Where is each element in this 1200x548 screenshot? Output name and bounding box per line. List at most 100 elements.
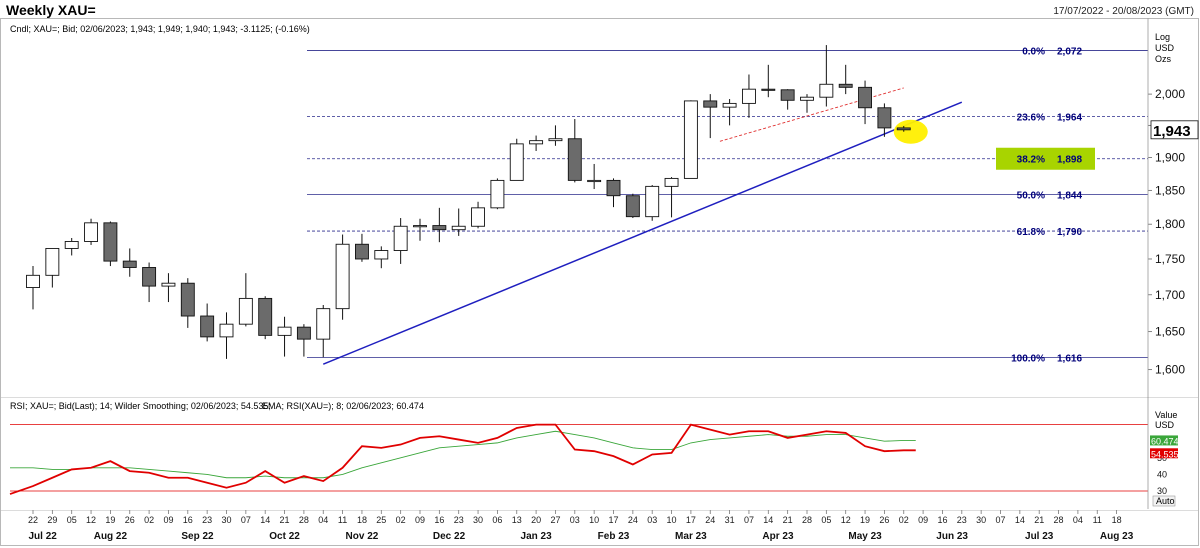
candle-body-17 <box>355 243 369 260</box>
candle-body-0 <box>26 274 40 288</box>
x-month-label-10: May 23 <box>848 531 882 542</box>
x-tick-label-32: 03 <box>647 515 657 525</box>
x-tick-label-1: 29 <box>47 515 57 525</box>
price-info-line: Cndl; XAU=; Bid; 02/06/2023; 1,943; 1,94… <box>10 24 310 34</box>
x-tick-label-53: 28 <box>1054 515 1064 525</box>
candle-body-18 <box>374 250 389 260</box>
x-tick-label-8: 16 <box>183 515 193 525</box>
candle-body-30 <box>606 179 621 197</box>
candle-body-5 <box>122 260 137 268</box>
x-tick-label-15: 04 <box>318 515 328 525</box>
chart-title: Weekly XAU= <box>6 2 96 18</box>
ema-info-line: EMA; RSI(XAU=); 8; 02/06/2023; 60.474 <box>262 401 424 411</box>
x-tick-label-51: 14 <box>1015 515 1025 525</box>
auto-label: Auto <box>1156 496 1175 506</box>
x-tick-label-7: 09 <box>163 515 173 525</box>
price-panel[interactable]: Cndl; XAU=; Bid; 02/06/2023; 1,943; 1,94… <box>0 18 1200 398</box>
candle-body-9 <box>200 315 215 338</box>
x-tick-label-5: 26 <box>125 515 135 525</box>
x-tick-label-25: 13 <box>512 515 522 525</box>
rsi-tick-label-1: 40 <box>1157 469 1167 479</box>
x-tick-label-48: 23 <box>957 515 967 525</box>
x-tick-label-18: 25 <box>376 515 386 525</box>
x-tick-label-39: 21 <box>783 515 793 525</box>
x-month-label-1: Aug 22 <box>94 531 128 542</box>
x-tick-label-35: 24 <box>705 515 715 525</box>
x-month-label-0: Jul 22 <box>28 531 57 542</box>
x-month-label-4: Nov 22 <box>346 531 379 542</box>
axis-header-ozs: Ozs <box>1155 54 1172 64</box>
fib-pct-label-0: 0.0% <box>1022 46 1045 57</box>
candle-body-12 <box>258 297 273 336</box>
fib-pct-label-3: 50.0% <box>1017 190 1045 201</box>
x-month-label-5: Dec 22 <box>433 531 466 542</box>
rsi-tick-label-0: 30 <box>1157 486 1167 496</box>
x-month-label-9: Apr 23 <box>762 531 794 542</box>
candle-body-42 <box>838 83 853 88</box>
highlight-circle <box>893 119 928 144</box>
candle-body-40 <box>800 96 814 101</box>
x-tick-label-36: 31 <box>725 515 735 525</box>
x-tick-label-20: 09 <box>415 515 425 525</box>
x-tick-label-49: 30 <box>976 515 986 525</box>
x-tick-label-13: 21 <box>280 515 290 525</box>
x-tick-label-44: 26 <box>879 515 889 525</box>
x-tick-label-30: 17 <box>608 515 618 525</box>
axis-header-log: Log <box>1155 32 1170 42</box>
candle-body-37 <box>742 88 756 104</box>
x-month-label-6: Jan 23 <box>521 531 553 542</box>
candle-body-13 <box>277 326 292 336</box>
x-tick-label-33: 10 <box>667 515 677 525</box>
candle-body-22 <box>451 225 466 231</box>
rsi-info-line: RSI; XAU=; Bid(Last); 14; Wilder Smoothi… <box>10 401 271 411</box>
x-tick-label-19: 02 <box>396 515 406 525</box>
fib-pct-label-5: 100.0% <box>1011 353 1045 364</box>
fib-value-label-3: 1,844 <box>1057 190 1082 201</box>
x-tick-label-14: 28 <box>299 515 309 525</box>
candle-body-41 <box>819 83 834 98</box>
x-month-label-8: Mar 23 <box>675 531 707 542</box>
fib-pct-label-4: 61.8% <box>1017 227 1045 238</box>
x-tick-label-40: 28 <box>802 515 812 525</box>
x-tick-label-56: 18 <box>1112 515 1122 525</box>
ema-value-label: 60.474 <box>1151 436 1179 446</box>
x-tick-label-37: 07 <box>744 515 754 525</box>
candle-body-8 <box>180 282 195 317</box>
x-tick-label-41: 05 <box>821 515 831 525</box>
x-tick-label-9: 23 <box>202 515 212 525</box>
x-tick-label-42: 12 <box>841 515 851 525</box>
y-tick-label-4: 1,800 <box>1155 217 1185 231</box>
y-tick-label-1: 1,650 <box>1155 325 1185 339</box>
fib-pct-label-2: 38.2% <box>1017 155 1045 166</box>
x-tick-label-28: 03 <box>570 515 580 525</box>
y-tick-label-8: 2,000 <box>1155 87 1185 101</box>
candle-body-36 <box>722 102 737 108</box>
candle-body-44 <box>877 107 892 129</box>
x-tick-label-17: 18 <box>357 515 367 525</box>
fib-pct-label-1: 23.6% <box>1017 113 1045 124</box>
x-tick-label-22: 23 <box>454 515 464 525</box>
x-month-label-12: Jul 23 <box>1025 531 1054 542</box>
rsi-series-rsi <box>9 423 916 495</box>
candle-body-11 <box>238 297 253 325</box>
x-month-label-7: Feb 23 <box>598 531 630 542</box>
y-tick-label-3: 1,750 <box>1155 252 1185 266</box>
x-tick-label-21: 16 <box>434 515 444 525</box>
x-tick-label-45: 02 <box>899 515 909 525</box>
x-tick-label-50: 07 <box>995 515 1005 525</box>
candle-body-1 <box>45 247 60 276</box>
candle-body-27 <box>548 138 563 142</box>
x-tick-label-29: 10 <box>589 515 599 525</box>
x-tick-label-46: 09 <box>918 515 928 525</box>
x-tick-label-6: 02 <box>144 515 154 525</box>
y-tick-label-5: 1,850 <box>1155 183 1185 197</box>
x-tick-label-11: 07 <box>241 515 251 525</box>
candle-body-31 <box>625 195 640 218</box>
candle-body-10 <box>219 323 234 338</box>
x-tick-label-24: 06 <box>492 515 502 525</box>
last-price-label: 1,943 <box>1153 123 1191 140</box>
rsi-panel[interactable]: RSI; XAU=; Bid(Last); 14; Wilder Smoothi… <box>0 397 1200 509</box>
candle-body-21 <box>432 225 447 231</box>
candle-body-26 <box>529 140 544 145</box>
x-month-label-3: Oct 22 <box>269 531 300 542</box>
